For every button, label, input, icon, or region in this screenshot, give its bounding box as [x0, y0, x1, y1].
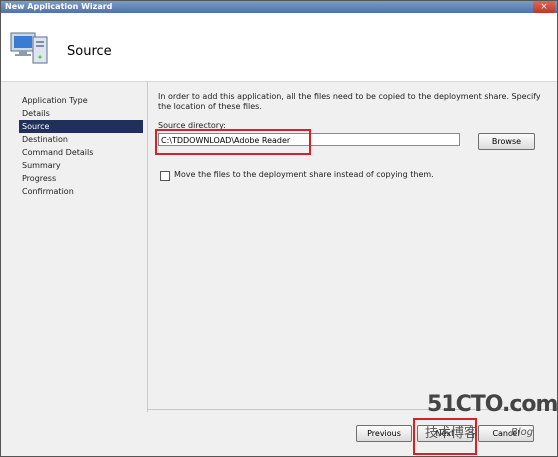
- page-title: Source: [67, 44, 112, 59]
- previous-button[interactable]: Previous: [356, 425, 412, 442]
- close-button[interactable]: ×: [533, 1, 555, 13]
- move-files-label: Move the files to the deployment share i…: [174, 170, 434, 179]
- step-command-details[interactable]: Command Details: [19, 146, 143, 159]
- step-destination[interactable]: Destination: [19, 133, 143, 146]
- wizard-window: New Application Wizard × Source Applicat…: [0, 0, 558, 457]
- window-title: New Application Wizard: [5, 2, 113, 11]
- watermark-logo: 51CTO.com: [427, 392, 558, 417]
- step-details[interactable]: Details: [19, 107, 143, 120]
- watermark-subtitle: 技术博客: [425, 426, 478, 441]
- browse-button[interactable]: Browse: [478, 133, 535, 150]
- wizard-header: Source: [1, 13, 557, 82]
- title-bar: New Application Wizard ×: [1, 1, 557, 13]
- computer-icon: [10, 32, 48, 64]
- watermark-blog: Blog: [511, 427, 534, 438]
- step-summary[interactable]: Summary: [19, 159, 143, 172]
- step-application-type[interactable]: Application Type: [19, 94, 143, 107]
- highlight-annotation: [155, 129, 311, 155]
- source-panel: In order to add this application, all th…: [148, 82, 557, 412]
- move-files-checkbox[interactable]: [160, 171, 170, 181]
- step-progress[interactable]: Progress: [19, 172, 143, 185]
- step-source[interactable]: Source: [19, 120, 143, 133]
- intro-text: In order to add this application, all th…: [158, 92, 541, 111]
- wizard-body: Application Type Details Source Destinat…: [1, 82, 558, 456]
- wizard-step-list: Application Type Details Source Destinat…: [19, 94, 143, 198]
- step-confirmation[interactable]: Confirmation: [19, 185, 143, 198]
